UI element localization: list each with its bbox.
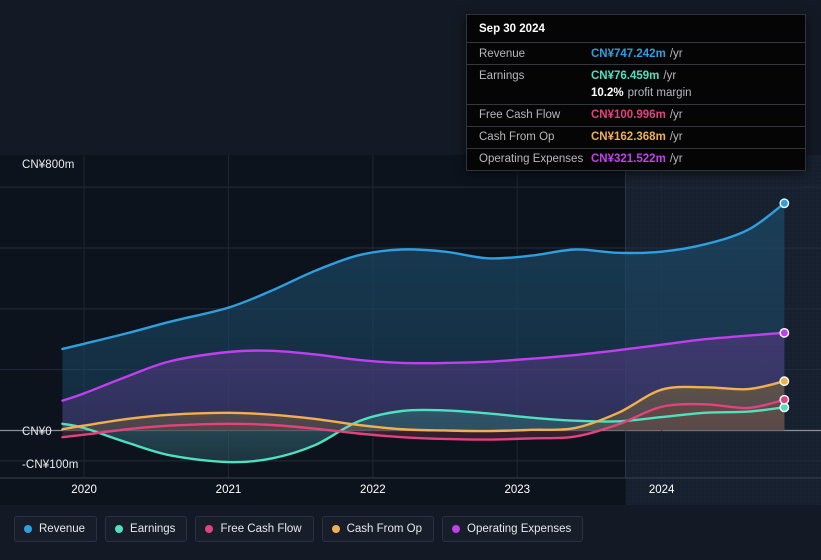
tooltip-row-label: Earnings (479, 69, 525, 82)
tooltip-row: Earnings CN¥76.459m/yr (467, 64, 805, 86)
legend-item-label: Free Cash Flow (220, 523, 302, 535)
x-axis-tick-2020: 2020 (71, 484, 97, 496)
legend-color-dot (452, 525, 461, 533)
x-axis-tick-2024: 2024 (648, 484, 675, 496)
tooltip-row: Free Cash Flow CN¥100.996m/yr (467, 103, 805, 126)
tooltip-rows: Revenue CN¥747.242m/yr Earnings CN¥76.459m /… (467, 42, 805, 170)
tooltip-row-unit: /yr (669, 153, 683, 165)
legend-item-operating-expenses[interactable]: Operating Expenses (442, 516, 584, 542)
legend-item-earnings[interactable]: Earnings (105, 516, 188, 542)
legend-item-label: Earnings (130, 523, 176, 535)
tooltip-row-label: Revenue (479, 47, 526, 60)
tooltip-row-value: 10.2% (591, 87, 624, 99)
legend-item-free-cash-flow[interactable]: Free Cash Flow (195, 516, 314, 542)
tooltip-row-value: CN¥162.368m (591, 131, 666, 143)
tooltip-row-label: Cash From Op (479, 131, 555, 143)
tooltip-row-unit: /yr (669, 131, 683, 143)
tooltip-row-unit: /yr (669, 47, 683, 60)
legend-color-dot (331, 525, 340, 533)
legend-item-label: Revenue (39, 523, 86, 535)
tooltip-row-value: CN¥100.996m (591, 109, 666, 121)
tooltip-row: Operating Expenses CN¥321.522m/yr (467, 147, 805, 170)
y-axis-label-top: CN¥800m (22, 159, 75, 171)
tooltip-row-unit: /yr (669, 109, 683, 121)
chart-legend: Revenue Earnings Free Cash Flow Cash From O… (14, 516, 584, 542)
tooltip-row: 10.2% profit margin (467, 86, 805, 104)
x-axis-tick-2023: 2023 (504, 484, 531, 496)
x-axis-tick-2021: 2021 (215, 484, 242, 496)
y-axis-label-zero: CN¥0 (22, 426, 52, 438)
tooltip-row-unit: profit margin (627, 87, 692, 99)
tooltip-row-unit: /yr (663, 69, 677, 82)
legend-item-revenue[interactable]: Revenue (14, 516, 98, 542)
data-tooltip: Sep 30 2024 Revenue CN¥747.242m/yr Earning… (466, 14, 806, 171)
legend-item-label: Operating Expenses (467, 523, 572, 535)
legend-item-cash-from-op[interactable]: Cash From Op (321, 516, 435, 542)
financial-area-chart: CN¥800m CN¥0 -CN¥100m 2020 2021 2022 2023 20… (0, 0, 821, 560)
y-axis-label-neg: -CN¥100m (22, 459, 79, 471)
legend-color-dot (115, 525, 124, 533)
tooltip-row-label: Free Cash Flow (479, 109, 561, 121)
tooltip-row-value: CN¥76.459m (591, 69, 660, 82)
tooltip-row-value: CN¥321.522m (591, 153, 666, 165)
tooltip-row-value: CN¥747.242m (591, 47, 666, 60)
legend-color-dot (24, 525, 32, 533)
legend-item-label: Cash From Op (346, 523, 423, 535)
x-axis-tick-2022: 2022 (360, 484, 386, 496)
legend-color-dot (205, 525, 214, 533)
tooltip-row-label: Operating Expenses (479, 153, 584, 165)
tooltip-row: Revenue CN¥747.242m/yr (467, 42, 805, 64)
tooltip-row: Cash From Op CN¥162.368m/yr (467, 125, 805, 148)
tooltip-date: Sep 30 2024 (479, 23, 545, 35)
